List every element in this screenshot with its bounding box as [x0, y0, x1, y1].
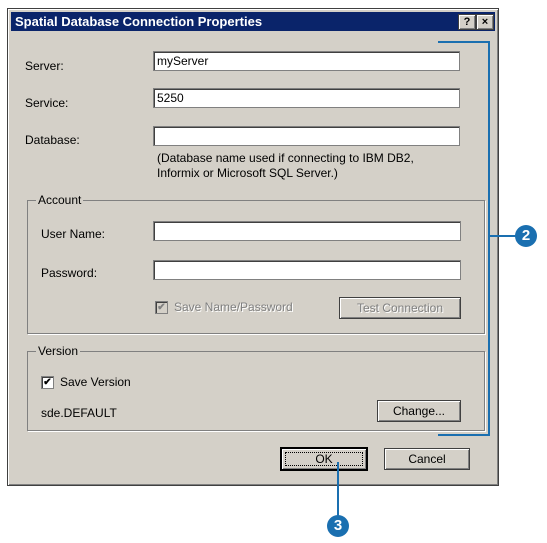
version-value: sde.DEFAULT	[41, 406, 117, 420]
save-version-label: Save Version	[60, 375, 131, 389]
ok-focus-rect	[285, 452, 363, 466]
service-label: Service:	[25, 96, 69, 110]
cancel-button[interactable]: Cancel	[384, 448, 470, 470]
service-input[interactable]: 5250	[153, 88, 460, 108]
step3-connector	[337, 462, 339, 517]
help-icon: ?	[463, 16, 471, 28]
step2-connector	[489, 235, 517, 237]
dialog-title: Spatial Database Connection Properties	[15, 14, 263, 29]
save-name-password-checkbox[interactable]: ✔	[155, 301, 168, 314]
password-label: Password:	[41, 266, 98, 280]
server-input[interactable]: myServer	[153, 51, 460, 71]
password-input[interactable]	[153, 260, 461, 280]
username-label: User Name:	[41, 227, 106, 241]
database-label: Database:	[25, 133, 80, 147]
save-name-password-label: Save Name/Password	[174, 300, 293, 314]
step3-callout: 3	[327, 515, 349, 537]
database-note-line1: (Database name used if connecting to IBM…	[157, 151, 414, 165]
database-input[interactable]	[153, 126, 460, 146]
database-note-line2: Informix or Microsoft SQL Server.)	[157, 166, 338, 180]
account-group-title: Account	[36, 193, 84, 207]
connection-properties-dialog: Spatial Database Connection Properties ?…	[7, 8, 499, 486]
close-button[interactable]: ×	[476, 14, 494, 30]
close-icon: ×	[481, 16, 489, 28]
version-group: Version ✔ Save Version sde.DEFAULT Chang…	[27, 344, 485, 431]
account-group: Account User Name: Password: ✔ Save Name…	[27, 193, 485, 334]
step2-callout: 2	[515, 225, 537, 247]
server-label: Server:	[25, 59, 64, 73]
ok-button[interactable]: OK	[280, 447, 368, 471]
title-bar: Spatial Database Connection Properties ?…	[11, 12, 495, 31]
version-group-title: Version	[36, 344, 81, 358]
step2-bracket	[438, 41, 490, 436]
help-button[interactable]: ?	[458, 14, 476, 30]
save-version-checkbox[interactable]: ✔	[41, 376, 54, 389]
username-input[interactable]	[153, 221, 461, 241]
